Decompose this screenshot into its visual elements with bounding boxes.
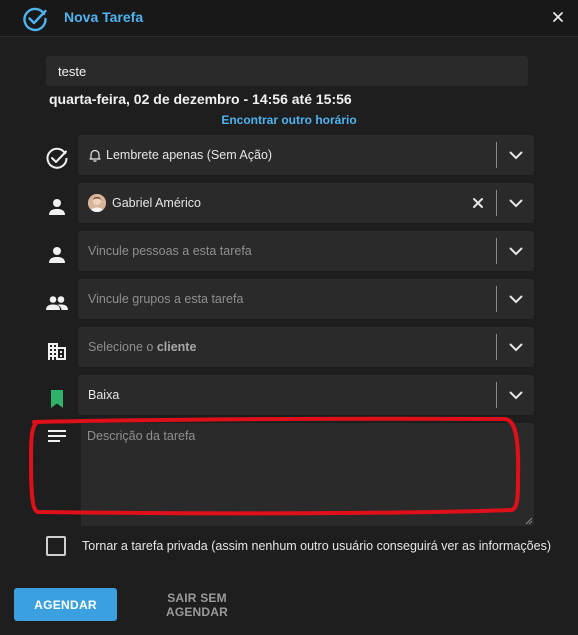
resize-grip-icon[interactable] <box>525 517 533 525</box>
leave-without-scheduling-button[interactable]: SAIR SEM AGENDAR <box>131 588 263 621</box>
groups-placeholder: Vincule grupos a esta tarefa <box>88 292 244 306</box>
chevron-down-icon[interactable] <box>508 340 524 354</box>
bookmark-icon <box>51 390 63 408</box>
private-task-checkbox[interactable] <box>46 536 66 556</box>
client-placeholder: Selecione o cliente <box>88 327 196 367</box>
chevron-down-icon[interactable] <box>508 292 524 306</box>
description-field <box>81 423 534 526</box>
client-placeholder-bold: cliente <box>156 340 197 354</box>
people-select[interactable]: Vincule pessoas a esta tarefa <box>78 231 534 271</box>
person-icon <box>49 247 65 263</box>
action-select[interactable]: Lembrete apenas (Sem Ação) <box>78 135 534 175</box>
schedule-button[interactable]: AGENDAR <box>14 588 117 621</box>
task-date-time: quarta-feira, 02 de dezembro - 14:56 até… <box>49 91 352 107</box>
bell-icon <box>89 149 101 162</box>
find-other-time-link[interactable]: Encontrar outro horário <box>0 113 578 127</box>
client-placeholder-prefix: Selecione o <box>88 340 154 354</box>
description-textarea[interactable] <box>81 423 534 526</box>
action-select-value: Lembrete apenas (Sem Ação) <box>106 148 273 162</box>
task-title-input[interactable] <box>46 56 528 86</box>
select-divider <box>496 142 497 168</box>
avatar <box>88 194 106 212</box>
chevron-down-icon[interactable] <box>508 148 524 162</box>
priority-select[interactable]: Baixa <box>78 375 534 415</box>
check-circle-icon <box>46 147 68 169</box>
select-divider <box>496 334 497 360</box>
select-divider <box>496 238 497 264</box>
group-icon <box>46 296 68 310</box>
priority-value: Baixa <box>88 388 120 402</box>
notes-icon <box>48 430 66 442</box>
select-divider <box>496 286 497 312</box>
chevron-down-icon[interactable] <box>508 196 524 210</box>
close-icon[interactable] <box>550 9 566 25</box>
groups-select[interactable]: Vincule grupos a esta tarefa <box>78 279 534 319</box>
person-icon <box>49 199 65 215</box>
select-divider <box>496 190 497 216</box>
clear-icon[interactable] <box>471 196 485 210</box>
check-circle-icon <box>23 7 47 32</box>
dialog-title: Nova Tarefa <box>64 9 144 25</box>
dialog-header: Nova Tarefa <box>0 0 578 37</box>
private-task-label: Tornar a tarefa privada (assim nenhum ou… <box>82 539 551 553</box>
responsible-name: Gabriel Américo <box>112 196 201 210</box>
building-icon <box>48 343 66 360</box>
people-placeholder: Vincule pessoas a esta tarefa <box>88 244 252 258</box>
select-divider <box>496 382 497 408</box>
responsible-select[interactable]: Gabriel Américo <box>78 183 534 223</box>
chevron-down-icon[interactable] <box>508 388 524 402</box>
chevron-down-icon[interactable] <box>508 244 524 258</box>
client-select[interactable]: Selecione o cliente <box>78 327 534 367</box>
